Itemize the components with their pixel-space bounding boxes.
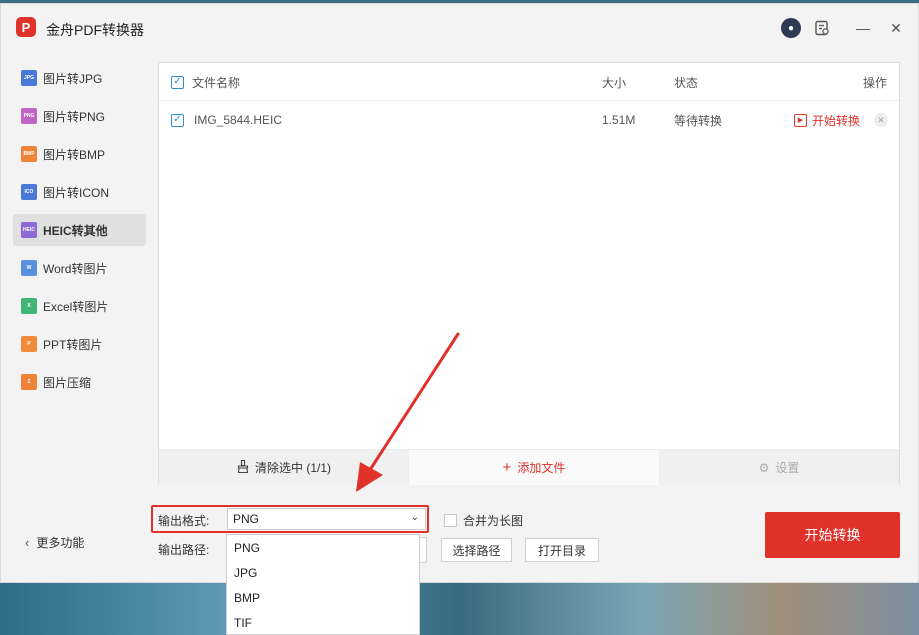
sidebar-item-7[interactable]: P PPT转图片 bbox=[13, 328, 146, 360]
sidebar-item-0[interactable]: JPG 图片转JPG bbox=[13, 62, 146, 94]
clear-selected-label: 清除选中 (1/1) bbox=[254, 461, 331, 475]
remove-row-button[interactable]: ✕ bbox=[874, 101, 888, 139]
app-window: P 金舟PDF转换器 ● — ✕ JPG 图片转JPG PNG 图片转PNG BMP 图片… bbox=[0, 3, 919, 583]
chevron-left-icon: ‹ bbox=[25, 535, 30, 550]
format-badge-icon: JPG bbox=[21, 70, 37, 86]
format-badge-icon: HEIC bbox=[21, 222, 37, 238]
format-option[interactable]: TIF bbox=[227, 610, 419, 635]
broom-icon bbox=[237, 459, 249, 476]
play-icon: ▶ bbox=[794, 113, 807, 127]
sidebar-item-5[interactable]: W Word转图片 bbox=[13, 252, 146, 284]
checkbox-checked-icon: ✓ bbox=[171, 75, 184, 89]
sidebar-item-label: Excel转图片 bbox=[43, 299, 109, 314]
sidebar-item-label: HEIC转其他 bbox=[43, 223, 108, 238]
merge-long-image-checkbox[interactable]: 合并为长图 bbox=[444, 512, 523, 529]
file-size: 1.51M bbox=[602, 113, 636, 127]
gear-icon: ⚙ bbox=[758, 460, 770, 475]
header-size: 大小 bbox=[602, 75, 627, 90]
title-bar: P 金舟PDF转换器 ● — ✕ bbox=[1, 4, 918, 52]
format-badge-icon: W bbox=[21, 260, 37, 276]
format-badge-icon: ICO bbox=[21, 184, 37, 200]
format-option[interactable]: JPG bbox=[227, 560, 419, 585]
start-convert-button[interactable]: 开始转换 bbox=[765, 512, 900, 558]
table-header: ✓ 文件名称 大小 状态 操作 bbox=[159, 63, 899, 101]
add-file-button[interactable]: + 添加文件 bbox=[409, 450, 659, 485]
format-dropdown-list: PNG JPG BMP TIF bbox=[226, 534, 420, 635]
header-name: 文件名称 bbox=[192, 75, 241, 90]
sidebar-item-label: 图片转PNG bbox=[43, 109, 106, 124]
sidebar-item-label: 图片转BMP bbox=[43, 147, 106, 162]
sidebar-item-8[interactable]: Z 图片压缩 bbox=[13, 366, 146, 398]
more-functions-link[interactable]: ‹ 更多功能 bbox=[25, 534, 84, 551]
table-row: ✓ IMG_5844.HEIC 1.51M 等待转换 ▶ 开始转换 ✕ bbox=[159, 101, 899, 139]
desktop-background bbox=[0, 583, 919, 635]
format-badge-icon: Z bbox=[21, 374, 37, 390]
select-all-checkbox[interactable]: ✓ bbox=[171, 63, 184, 101]
sidebar-item-label: 图片压缩 bbox=[43, 375, 92, 390]
sidebar-item-4[interactable]: HEIC HEIC转其他 bbox=[13, 214, 146, 246]
format-badge-icon: PNG bbox=[21, 108, 37, 124]
settings-button[interactable]: ⚙ 设置 bbox=[659, 450, 899, 485]
format-option[interactable]: PNG bbox=[227, 535, 419, 560]
output-path-label: 输出路径: bbox=[158, 543, 210, 557]
format-badge-icon: BMP bbox=[21, 146, 37, 162]
sidebar-item-label: 图片转JPG bbox=[43, 71, 103, 86]
checkbox-checked-icon: ✓ bbox=[171, 113, 184, 127]
sidebar-item-2[interactable]: BMP 图片转BMP bbox=[13, 138, 146, 170]
clear-selected-button[interactable]: 清除选中 (1/1) bbox=[159, 450, 409, 485]
format-badge-icon: X bbox=[21, 298, 37, 314]
add-file-label: 添加文件 bbox=[517, 461, 566, 475]
format-highlight-box bbox=[151, 505, 429, 533]
sidebar-item-6[interactable]: X Excel转图片 bbox=[13, 290, 146, 322]
settings-label: 设置 bbox=[775, 461, 800, 475]
panel-footer: 清除选中 (1/1) + 添加文件 ⚙ 设置 bbox=[159, 449, 899, 485]
header-action: 操作 bbox=[863, 75, 888, 90]
file-name: IMG_5844.HEIC bbox=[194, 113, 283, 127]
choose-path-button[interactable]: 选择路径 bbox=[441, 538, 512, 562]
sidebar-item-1[interactable]: PNG 图片转PNG bbox=[13, 100, 146, 132]
merge-long-image-label: 合并为长图 bbox=[463, 514, 524, 528]
header-status: 状态 bbox=[674, 75, 699, 90]
start-convert-label: 开始转换 bbox=[812, 113, 861, 128]
user-avatar-icon[interactable]: ● bbox=[781, 18, 801, 38]
start-convert-link[interactable]: ▶ 开始转换 bbox=[794, 101, 860, 139]
sidebar-item-label: 图片转ICON bbox=[43, 185, 110, 200]
file-status: 等待转换 bbox=[674, 113, 723, 128]
plus-icon: + bbox=[502, 459, 512, 476]
format-option[interactable]: BMP bbox=[227, 585, 419, 610]
sidebar-item-label: Word转图片 bbox=[43, 261, 108, 276]
app-title: 金舟PDF转换器 bbox=[46, 22, 144, 38]
file-list-panel: ✓ 文件名称 大小 状态 操作 ✓ IMG_5844.HEIC 1.51M 等待… bbox=[158, 62, 900, 485]
format-badge-icon: P bbox=[21, 336, 37, 352]
close-circle-icon: ✕ bbox=[874, 113, 888, 127]
close-icon[interactable]: ✕ bbox=[886, 18, 906, 38]
more-functions-label: 更多功能 bbox=[36, 536, 85, 550]
feedback-icon[interactable] bbox=[812, 18, 832, 38]
sidebar-item-3[interactable]: ICO 图片转ICON bbox=[13, 176, 146, 208]
minimize-icon[interactable]: — bbox=[853, 18, 873, 38]
open-directory-button[interactable]: 打开目录 bbox=[525, 538, 599, 562]
checkbox-unchecked-icon bbox=[444, 514, 457, 527]
app-logo-icon: P bbox=[16, 17, 36, 37]
sidebar-item-label: PPT转图片 bbox=[43, 337, 103, 352]
row-checkbox[interactable]: ✓ bbox=[171, 101, 184, 139]
